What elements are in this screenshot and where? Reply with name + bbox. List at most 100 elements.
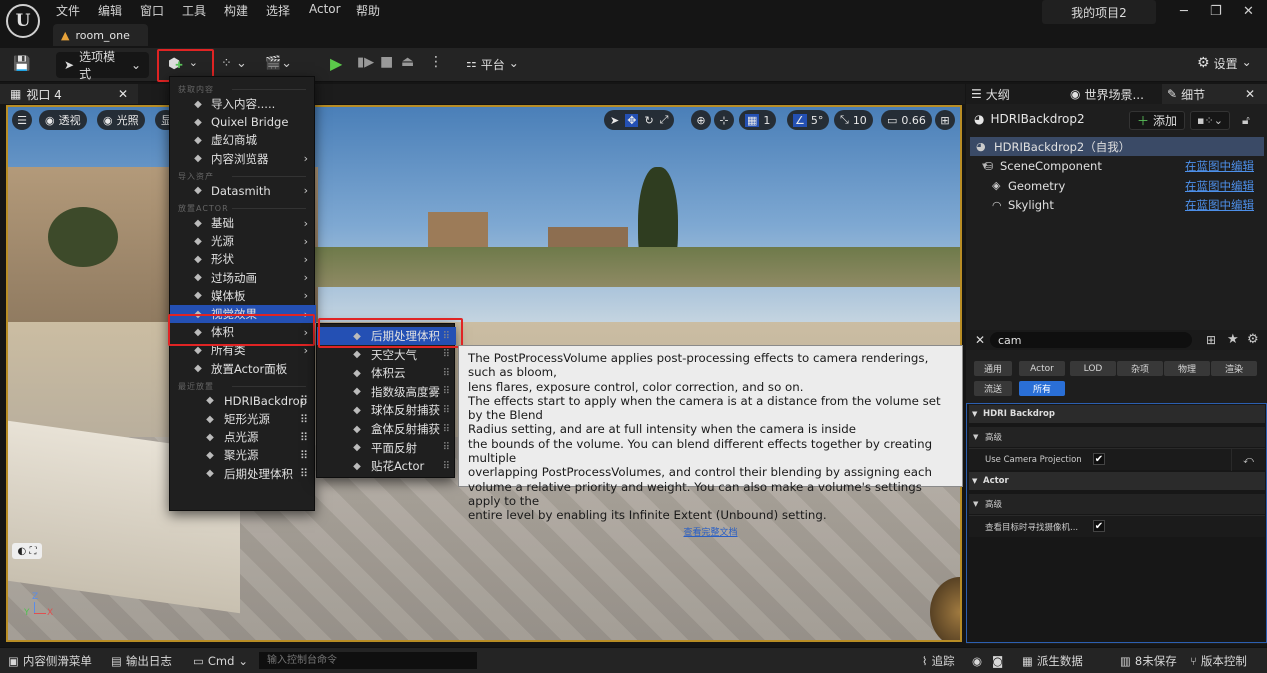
menu-item[interactable]: ◆ Quixel Bridge bbox=[170, 113, 316, 131]
maximize-viewport-button[interactable]: ⊞ bbox=[935, 110, 955, 130]
use-camera-projection-checkbox[interactable]: ✔ bbox=[1093, 453, 1105, 465]
filter-chip[interactable]: 所有 bbox=[1019, 381, 1065, 396]
drag-handle-icon[interactable]: ⠿ bbox=[443, 368, 450, 379]
derived-data-button[interactable]: ▦ 派生数据 bbox=[1022, 652, 1083, 670]
close-tab-icon[interactable]: ✕ bbox=[118, 87, 128, 101]
lock-icon[interactable]: 🔓︎ bbox=[1242, 113, 1250, 128]
drag-handle-icon[interactable]: ⠿ bbox=[300, 413, 308, 426]
submenu-item[interactable]: ◆ 指数级高度雾 ⠿ bbox=[317, 383, 456, 401]
clear-search-icon[interactable]: ✕ bbox=[975, 333, 985, 347]
platform-button[interactable]: ⚏ 平台 ⌄ bbox=[466, 56, 519, 73]
lit-mode-button[interactable]: ◉ 光照 bbox=[97, 110, 145, 130]
cinematics-button[interactable]: 🎬⌄ bbox=[265, 56, 292, 71]
find-camera-checkbox[interactable]: ✔ bbox=[1093, 520, 1105, 532]
menu-select[interactable]: 选择 bbox=[266, 2, 290, 19]
menu-item[interactable]: ◆ 内容浏览器 › bbox=[170, 150, 316, 168]
filter-chip[interactable]: 杂项 bbox=[1117, 361, 1163, 376]
subsection-advanced[interactable]: ▼ 高级 bbox=[969, 427, 1265, 447]
menu-tools[interactable]: 工具 bbox=[182, 2, 206, 19]
world-local-button[interactable]: ⊕ bbox=[691, 110, 711, 130]
eject-icon[interactable]: ⏏ bbox=[401, 54, 414, 70]
filter-chip[interactable]: 物理 bbox=[1164, 361, 1210, 376]
menu-file[interactable]: 文件 bbox=[56, 2, 80, 19]
edit-in-blueprint-link[interactable]: 在蓝图中编辑 bbox=[1185, 197, 1254, 213]
unsaved-button[interactable]: ▥ 8未保存 bbox=[1120, 652, 1177, 670]
submenu-item[interactable]: ◆ 球体反射捕获 ⠿ bbox=[317, 401, 456, 419]
menu-item[interactable]: ◆ 光源 › bbox=[170, 232, 316, 250]
trace-button[interactable]: ⌇ 追踪 bbox=[922, 652, 955, 670]
menu-help[interactable]: 帮助 bbox=[356, 2, 380, 19]
record-icon[interactable]: ◉ bbox=[972, 652, 982, 670]
subsection-advanced[interactable]: ▼ 高级 bbox=[969, 494, 1265, 514]
submenu-item[interactable]: ◆ 贴花Actor ⠿ bbox=[317, 457, 456, 475]
menu-edit[interactable]: 编辑 bbox=[98, 2, 122, 19]
angle-snap-button[interactable]: ∠ 5° bbox=[787, 110, 830, 130]
settings-button[interactable]: ⚙ 设置 ⌄ bbox=[1197, 55, 1252, 72]
viewport-tab[interactable]: ▦ 视口 4 ✕ bbox=[0, 84, 138, 104]
table-view-icon[interactable]: ⊞ bbox=[1206, 333, 1216, 347]
move-tool-icon[interactable]: ✥ bbox=[625, 113, 639, 127]
add-content-button[interactable]: ⬢✚ ⌄ bbox=[168, 56, 198, 72]
drag-handle-icon[interactable]: ⠿ bbox=[443, 442, 450, 453]
drag-handle-icon[interactable]: ⠿ bbox=[443, 461, 450, 472]
menu-item[interactable]: ◆ 虚幻商城 bbox=[170, 131, 316, 149]
drag-handle-icon[interactable]: ⠿ bbox=[300, 394, 308, 407]
edit-in-blueprint-link[interactable]: 在蓝图中编辑 bbox=[1185, 158, 1254, 174]
maximize-icon[interactable]: ❐ bbox=[1210, 4, 1222, 19]
full-docs-link[interactable]: 查看完整文档 bbox=[468, 526, 953, 540]
drag-handle-icon[interactable]: ⠿ bbox=[300, 449, 308, 462]
star-icon[interactable]: ★ bbox=[1227, 332, 1239, 347]
menu-item[interactable]: ◆ 形状 › bbox=[170, 250, 316, 268]
cmd-button[interactable]: ▭ Cmd ⌄ bbox=[193, 652, 248, 670]
step-icon[interactable]: ▮▶ bbox=[357, 55, 374, 70]
close-tab-icon[interactable]: ✕ bbox=[1245, 87, 1255, 101]
component-row[interactable]: ◠ Skylight 在蓝图中编辑 bbox=[970, 196, 1264, 215]
drag-handle-icon[interactable]: ⠿ bbox=[443, 349, 450, 360]
menu-item[interactable]: ◆ 点光源 ⠿ bbox=[170, 428, 316, 446]
drag-handle-icon[interactable]: ⠿ bbox=[443, 424, 450, 435]
screenshot-icon[interactable]: ◙ bbox=[992, 652, 1003, 670]
tab-world-settings[interactable]: ◉ 世界场景... bbox=[1070, 84, 1144, 104]
output-log-button[interactable]: ▤ 输出日志 bbox=[111, 652, 172, 670]
content-drawer-button[interactable]: ▣ 内容侧滑菜单 bbox=[8, 652, 92, 670]
add-component-button[interactable]: ＋ 添加 bbox=[1129, 111, 1185, 130]
filter-chip[interactable]: 流送 bbox=[974, 381, 1012, 396]
blueprint-options-button[interactable]: ▪⁘⌄ bbox=[1190, 111, 1230, 130]
gear-icon[interactable]: ⚙ bbox=[1247, 332, 1259, 347]
edit-in-blueprint-link[interactable]: 在蓝图中编辑 bbox=[1185, 178, 1254, 194]
play-icon[interactable]: ▶ bbox=[330, 54, 342, 73]
menu-actor[interactable]: Actor bbox=[309, 2, 341, 16]
menu-item[interactable]: ◆ 放置Actor面板 bbox=[170, 360, 316, 378]
camera-speed-button[interactable]: ▭ 0.66 bbox=[881, 110, 932, 130]
menu-window[interactable]: 窗口 bbox=[140, 2, 164, 19]
close-window-icon[interactable]: ✕ bbox=[1243, 4, 1254, 19]
submenu-item[interactable]: ◆ 天空大气 ⠿ bbox=[317, 346, 456, 364]
scale-snap-button[interactable]: ⤡ 10 bbox=[834, 110, 873, 130]
view-mode-button[interactable]: ◉ 透视 bbox=[39, 110, 87, 130]
viewport-options-button[interactable]: ☰ bbox=[12, 110, 32, 130]
submenu-item[interactable]: ◆ 体积云 ⠿ bbox=[317, 364, 456, 382]
menu-item[interactable]: ◆ 后期处理体积 ⠿ bbox=[170, 465, 316, 483]
grid-snap-button[interactable]: ▦ 1 bbox=[739, 110, 777, 130]
minimize-icon[interactable]: ─ bbox=[1180, 4, 1188, 19]
tab-outliner[interactable]: ☰ 大纲 bbox=[971, 84, 1010, 104]
select-tool-icon[interactable]: ➤ bbox=[610, 114, 619, 127]
filter-chip[interactable]: Actor bbox=[1019, 361, 1065, 376]
menu-item[interactable]: ◆ 媒体板 › bbox=[170, 287, 316, 305]
submenu-item[interactable]: ◆ 盒体反射捕获 ⠿ bbox=[317, 420, 456, 438]
menu-item[interactable]: ◆ 导入内容..... bbox=[170, 95, 316, 113]
filter-chip[interactable]: 通用 bbox=[974, 361, 1012, 376]
level-tab[interactable]: ▲ room_one bbox=[53, 24, 148, 46]
section-hdri-backdrop[interactable]: ▼ HDRI Backdrop bbox=[969, 405, 1265, 423]
surface-snap-button[interactable]: ⊹ bbox=[714, 110, 734, 130]
filter-chip[interactable]: 渲染 bbox=[1211, 361, 1257, 376]
select-mode-button[interactable]: ➤ 选项模式 ⌄ bbox=[56, 50, 149, 81]
details-search-input[interactable] bbox=[990, 332, 1192, 348]
component-row[interactable]: ▼ ⛁ SceneComponent 在蓝图中编辑 bbox=[970, 157, 1264, 176]
ime-widget[interactable]: ◐ ⛶ bbox=[12, 543, 42, 559]
menu-item[interactable]: ◆ 聚光源 ⠿ bbox=[170, 446, 316, 464]
menu-item[interactable]: ◆ Datasmith › bbox=[170, 182, 316, 200]
source-control-button[interactable]: ⑂ 版本控制 bbox=[1190, 652, 1247, 670]
menu-build[interactable]: 构建 bbox=[224, 2, 248, 19]
menu-item[interactable]: ◆ 矩形光源 ⠿ bbox=[170, 410, 316, 428]
